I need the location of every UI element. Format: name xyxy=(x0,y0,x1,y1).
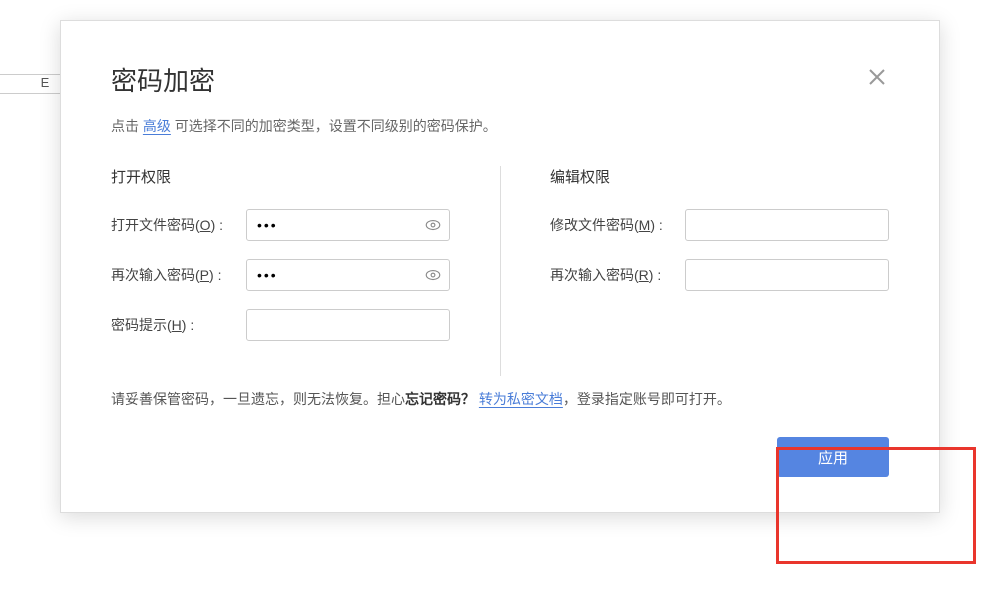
open-permission-section: 打开权限 打开文件密码(O) : 再次输入密码(P) : xyxy=(111,166,500,359)
edit-section-title: 编辑权限 xyxy=(550,166,889,187)
modify-confirm-input[interactable] xyxy=(685,259,889,291)
password-hint-input[interactable] xyxy=(246,309,450,341)
warning-text: 请妥善保管密码，一旦遗忘，则无法恢复。担心忘记密码？ 转为私密文档，登录指定账号… xyxy=(111,389,889,409)
edit-permission-section: 编辑权限 修改文件密码(M) : 再次输入密码(R) : xyxy=(500,166,889,359)
password-hint-label: 密码提示(H) : xyxy=(111,315,246,335)
open-confirm-input[interactable] xyxy=(246,259,450,291)
dialog-title: 密码加密 xyxy=(111,61,215,98)
modify-password-input[interactable] xyxy=(685,209,889,241)
apply-button[interactable]: 应用 xyxy=(777,437,889,477)
open-section-title: 打开权限 xyxy=(111,166,450,187)
hint-text: 点击 高级 可选择不同的加密类型，设置不同级别的密码保护。 xyxy=(111,116,889,136)
password-encrypt-dialog: 密码加密 点击 高级 可选择不同的加密类型，设置不同级别的密码保护。 打开权限 … xyxy=(60,20,940,513)
private-doc-link[interactable]: 转为私密文档 xyxy=(479,391,563,407)
open-password-label: 打开文件密码(O) : xyxy=(111,215,246,235)
open-password-input[interactable] xyxy=(246,209,450,241)
modify-confirm-label: 再次输入密码(R) : xyxy=(550,265,685,285)
vertical-divider xyxy=(500,166,501,376)
close-icon[interactable] xyxy=(865,65,889,89)
advanced-link[interactable]: 高级 xyxy=(143,118,171,134)
eye-icon[interactable] xyxy=(424,216,442,234)
modify-password-label: 修改文件密码(M) : xyxy=(550,215,685,235)
eye-icon[interactable] xyxy=(424,266,442,284)
open-confirm-label: 再次输入密码(P) : xyxy=(111,265,246,285)
